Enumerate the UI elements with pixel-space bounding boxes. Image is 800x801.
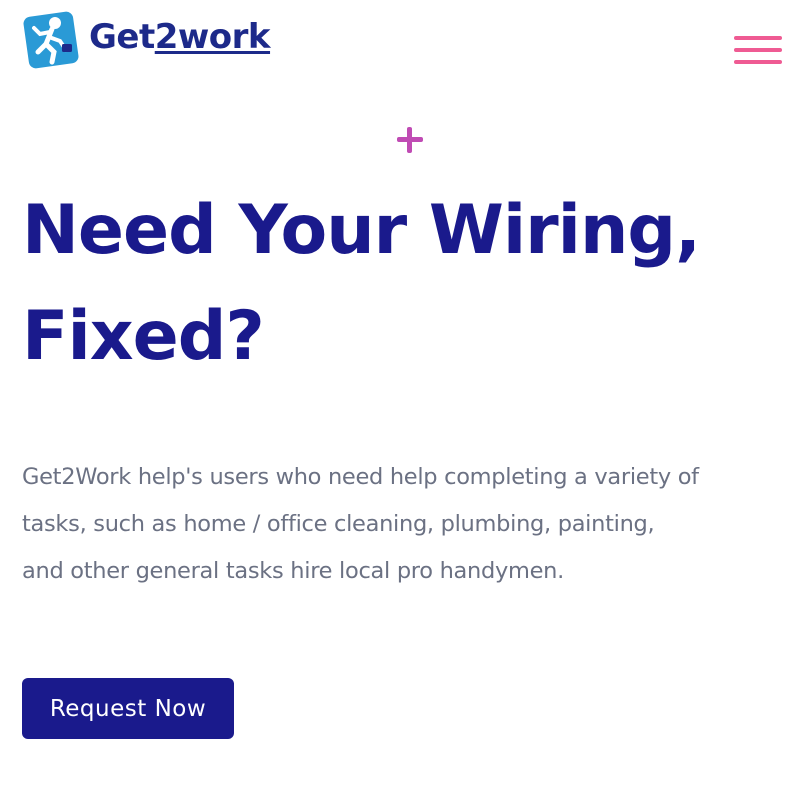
menu-bar bbox=[734, 60, 782, 64]
menu-bar bbox=[734, 36, 782, 40]
hamburger-menu-icon[interactable] bbox=[734, 36, 782, 68]
hero-title: Need Your Wiring, Fixed? bbox=[22, 178, 792, 390]
hero-description-line: Get2Work help's users who need help comp… bbox=[22, 464, 699, 490]
request-now-button[interactable]: Request Now bbox=[22, 678, 234, 739]
hero-description: Get2Work help's users who need help comp… bbox=[22, 454, 792, 595]
logo-text-underlined: 2work bbox=[154, 17, 271, 57]
runner-icon bbox=[23, 11, 79, 69]
hero-title-line: Fixed? bbox=[22, 297, 265, 376]
plus-icon bbox=[397, 127, 423, 153]
hero-description-line: and other general tasks hire local pro h… bbox=[22, 558, 564, 584]
logo[interactable]: Get2work bbox=[22, 8, 271, 70]
logo-text-prefix: Get bbox=[89, 17, 155, 57]
hero-title-line: Need Your Wiring, bbox=[22, 191, 701, 270]
logo-wordmark: Get2work bbox=[89, 17, 271, 57]
menu-bar bbox=[734, 48, 782, 52]
hero-description-line: tasks, such as home / office cleaning, p… bbox=[22, 511, 655, 537]
